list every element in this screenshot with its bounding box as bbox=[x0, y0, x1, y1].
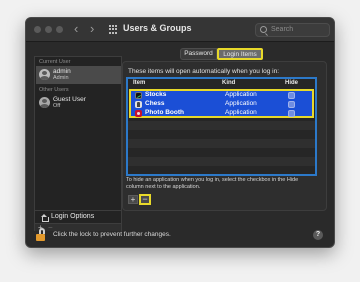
hide-help-text: To hide an application when you log in, … bbox=[126, 177, 299, 190]
user-role: Admin bbox=[53, 75, 69, 81]
table-row[interactable]: Stocks Application bbox=[131, 91, 312, 100]
search-field[interactable]: Search bbox=[255, 23, 330, 37]
tab-password[interactable]: Password bbox=[180, 48, 217, 60]
users-sidebar: Current User admin Admin Other Users Gue… bbox=[34, 56, 122, 232]
title-bar: ‹ › Users & Groups Search bbox=[26, 18, 334, 42]
user-name: admin bbox=[53, 68, 71, 75]
photo-booth-app-icon bbox=[135, 110, 142, 117]
remove-login-item-button[interactable]: − bbox=[139, 194, 151, 205]
user-row-guest[interactable]: Guest User Off bbox=[36, 94, 121, 112]
item-name: Chess bbox=[145, 100, 165, 107]
avatar bbox=[39, 97, 50, 108]
add-login-item-button[interactable]: + bbox=[128, 195, 138, 204]
column-header-hide[interactable]: Hide bbox=[285, 80, 298, 86]
tab-login-items[interactable]: Login Items bbox=[217, 48, 263, 60]
other-users-label: Other Users bbox=[39, 87, 69, 93]
minimize-window-button[interactable] bbox=[45, 26, 52, 33]
zoom-window-button[interactable] bbox=[56, 26, 63, 33]
lock-status-text: Click the lock to prevent further change… bbox=[53, 231, 171, 238]
login-options-item[interactable]: Login Options bbox=[35, 210, 121, 223]
selected-rows-highlight: Stocks Application Chess Application Pho… bbox=[129, 89, 314, 118]
window-title: Users & Groups bbox=[123, 23, 192, 33]
table-row[interactable]: Chess Application bbox=[131, 100, 312, 109]
help-button[interactable]: ? bbox=[313, 230, 323, 240]
empty-row bbox=[128, 139, 315, 148]
forward-arrow-icon[interactable]: › bbox=[90, 22, 94, 36]
chess-app-icon bbox=[135, 101, 142, 108]
lock-icon[interactable] bbox=[36, 228, 46, 242]
user-role: Off bbox=[53, 103, 61, 109]
item-kind: Application bbox=[225, 109, 257, 116]
user-row-admin[interactable]: admin Admin bbox=[36, 66, 121, 84]
login-items-table[interactable]: Item Kind Hide Stocks Application Chess … bbox=[126, 77, 317, 176]
stocks-app-icon bbox=[135, 92, 142, 99]
column-header-kind[interactable]: Kind bbox=[222, 80, 235, 86]
hide-checkbox[interactable] bbox=[288, 101, 295, 108]
item-name: Stocks bbox=[145, 91, 167, 98]
empty-row bbox=[128, 157, 315, 166]
login-items-intro: These items will open automatically when… bbox=[128, 68, 280, 75]
current-user-label: Current User bbox=[39, 59, 71, 65]
hide-checkbox[interactable] bbox=[288, 110, 295, 117]
house-icon bbox=[40, 214, 49, 222]
item-kind: Application bbox=[225, 91, 257, 98]
search-icon bbox=[260, 26, 267, 33]
close-window-button[interactable] bbox=[34, 26, 41, 33]
user-name: Guest User bbox=[53, 96, 86, 103]
column-header-item[interactable]: Item bbox=[133, 80, 145, 86]
item-name: Photo Booth bbox=[145, 109, 184, 116]
avatar bbox=[39, 69, 50, 80]
table-row[interactable]: Photo Booth Application bbox=[131, 109, 312, 118]
back-arrow-icon[interactable]: ‹ bbox=[74, 22, 78, 36]
remove-user-button[interactable]: − bbox=[48, 223, 53, 232]
search-placeholder: Search bbox=[271, 26, 294, 33]
show-all-grid-icon[interactable] bbox=[109, 25, 118, 34]
login-options-label: Login Options bbox=[51, 213, 95, 220]
empty-row bbox=[128, 121, 315, 130]
sidebar-button-bar: + − bbox=[35, 223, 121, 232]
hide-checkbox[interactable] bbox=[288, 92, 295, 99]
item-kind: Application bbox=[225, 100, 257, 107]
